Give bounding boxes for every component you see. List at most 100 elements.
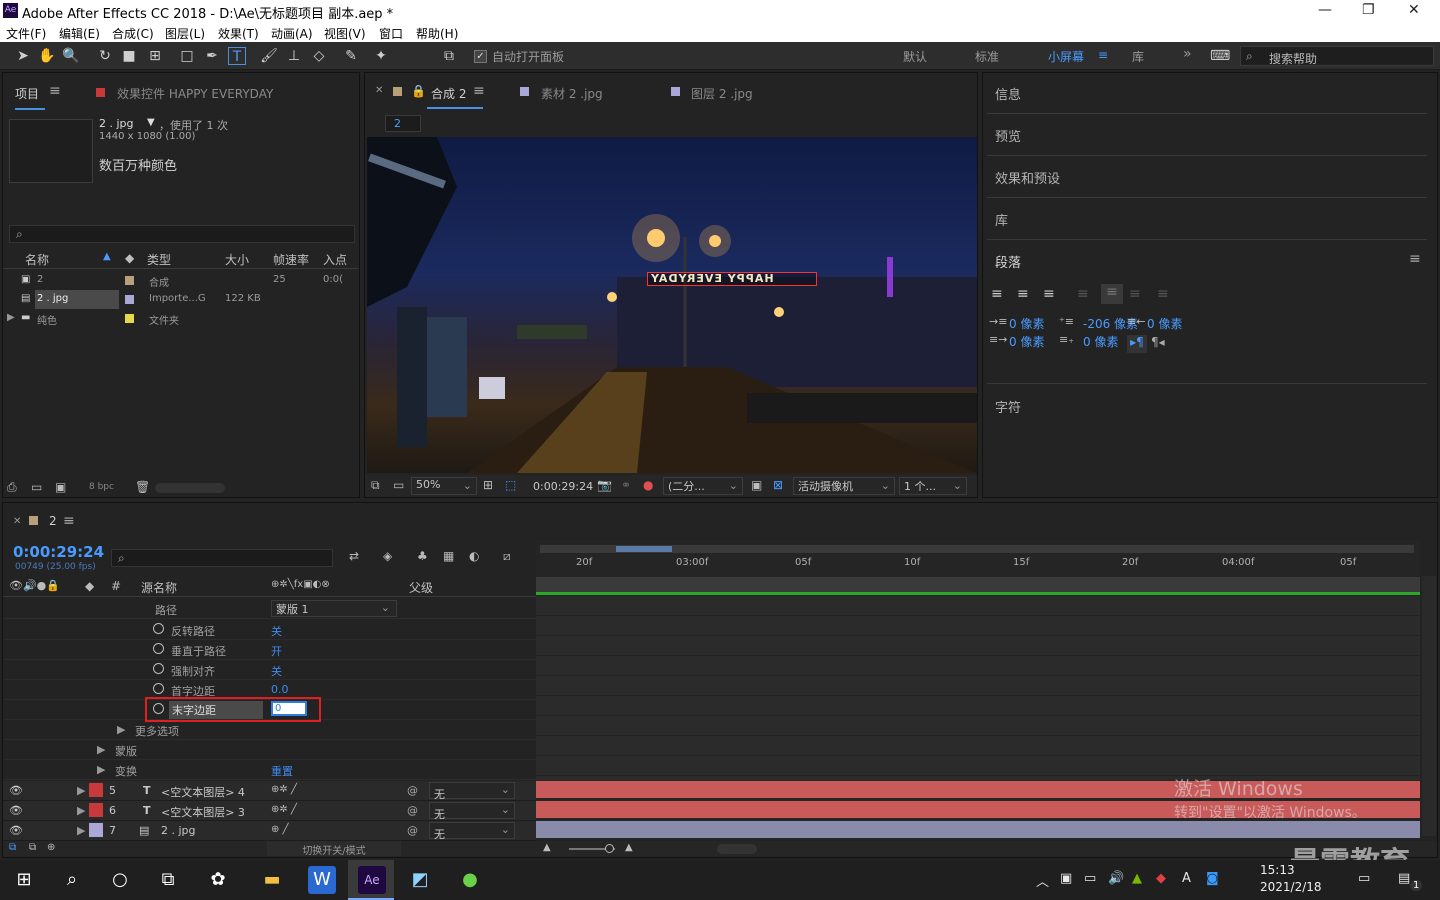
menu-view[interactable]: 视图(V) (324, 25, 366, 42)
close-button[interactable]: ✕ (1408, 2, 1420, 18)
brush-tool-icon[interactable]: 🖌 (260, 47, 278, 65)
layer-row-5[interactable]: 👁 ▶ 5 T <空文本图层> 4 ⊕✲ ╱ @ 无 ⌄ (3, 781, 536, 801)
clone-stamp-tool-icon[interactable]: ⊥ (285, 47, 303, 65)
ime-indicator[interactable]: A (1182, 871, 1191, 886)
timeline-vertical-scrollbar[interactable] (1422, 576, 1436, 836)
prop-value[interactable]: 开 (271, 643, 282, 659)
current-time[interactable]: 0:00:29:24 (13, 543, 104, 561)
project-search-input[interactable]: ⌕ (9, 225, 355, 243)
pickwhip-icon[interactable]: @ (407, 804, 418, 817)
row-color-swatch[interactable] (125, 314, 134, 323)
tray-expand-icon[interactable]: ︿ (1036, 871, 1049, 890)
panel-menu-icon[interactable]: ≡ (473, 83, 485, 99)
shy-layers-icon[interactable]: ♣ (417, 549, 428, 563)
masks-row[interactable]: ▶ 蒙版 (3, 740, 536, 760)
footer-toggle-icon[interactable]: ⊕ (47, 842, 55, 853)
visibility-eye-icon[interactable]: 👁 (9, 804, 23, 817)
project-row-comp[interactable]: ▣ 2 合成 25 0:0( (3, 271, 343, 290)
layer-label-swatch[interactable] (89, 783, 103, 797)
parent-select[interactable]: 无 ⌄ (429, 802, 515, 821)
zoom-select[interactable]: 50% ⌄ (411, 477, 477, 495)
menu-window[interactable]: 窗口 (379, 25, 403, 42)
toggle-switches-modes-button[interactable]: 切换开关/模式 (267, 841, 401, 857)
type-tool-icon[interactable]: T (228, 47, 246, 65)
stopwatch-icon[interactable] (153, 683, 164, 694)
clock-time[interactable]: 15:13 (1260, 863, 1295, 877)
show-desktop-icon[interactable]: ▭ (1358, 871, 1370, 886)
fit-icon[interactable]: ⊞ (483, 478, 493, 492)
stopwatch-icon[interactable] (153, 643, 164, 654)
expand-arrow-icon[interactable]: ▶ (77, 804, 85, 817)
footer-toggle-icon[interactable]: ⧉ (9, 842, 16, 853)
prop-path-row[interactable]: 路径 蒙版 1 ⌄ (3, 599, 536, 619)
views-select[interactable]: 1 个... ⌄ (899, 477, 967, 495)
layer-name[interactable]: 2 . jpg (161, 824, 196, 837)
justify-all-icon[interactable]: ≡ (1157, 286, 1169, 302)
show-snapshot-icon[interactable]: ⚭ (621, 478, 631, 492)
tray-app-icon[interactable]: ▣ (1060, 871, 1072, 886)
workspace-default[interactable]: 默认 (903, 48, 927, 65)
stopwatch-icon[interactable] (153, 623, 164, 634)
qq-icon[interactable]: ◙ (1206, 871, 1219, 886)
panel-menu-icon[interactable]: ≡ (1409, 251, 1421, 267)
interpret-footage-icon[interactable]: ⎙ (7, 480, 17, 495)
timeline-search-input[interactable]: ⌕ (111, 549, 333, 567)
new-comp-icon[interactable]: ▣ (55, 480, 66, 494)
visibility-eye-icon[interactable]: 👁 (9, 784, 23, 797)
start-icon[interactable]: ⊞ (10, 866, 38, 894)
menu-layer[interactable]: 图层(L) (165, 25, 205, 42)
app-pinwheel-icon[interactable]: ✿ (204, 866, 232, 894)
trash-icon[interactable]: 🗑 (135, 480, 150, 494)
work-area-range[interactable] (616, 546, 672, 552)
maximize-button[interactable]: ❐ (1362, 2, 1375, 18)
indent-left-value[interactable]: 0 像素 (1009, 315, 1044, 332)
align-right-icon[interactable]: ≡ (1043, 286, 1055, 302)
last-margin-input[interactable]: 0 (271, 701, 307, 716)
region-of-interest-icon[interactable]: ⬚ (505, 478, 516, 492)
timeline-scrollbar[interactable] (717, 844, 757, 854)
app-melon-icon[interactable]: ● (456, 866, 484, 894)
project-scrollbar[interactable] (155, 483, 225, 493)
rotate-tool-icon[interactable]: ↻ (96, 47, 114, 65)
clock-date[interactable]: 2021/2/18 (1260, 880, 1322, 894)
more-options-row[interactable]: ▶ 更多选项 (3, 720, 536, 740)
lock-icon[interactable]: 🔒 (411, 84, 426, 98)
text-layer-bounding-box[interactable]: HAPPY EVERYDAY (647, 272, 817, 286)
rtl-direction-icon[interactable]: ¶◂ (1151, 335, 1165, 349)
snapping-icon[interactable]: ⧉ (440, 47, 458, 65)
camera-select[interactable]: 活动摄像机 ⌄ (793, 477, 895, 495)
viewer-timecode[interactable]: 0:00:29:24 (533, 480, 593, 493)
expand-arrow-icon[interactable]: ▶ (77, 784, 85, 797)
expand-arrow-icon[interactable]: ▶ (7, 312, 15, 323)
workspace-library[interactable]: 库 (1132, 48, 1144, 65)
selection-tool-icon[interactable]: ➤ (14, 47, 32, 65)
bit-depth-label[interactable]: 8 bpc (89, 482, 114, 492)
parent-select[interactable]: 无 ⌄ (429, 822, 515, 841)
notification-icon[interactable]: ▤ (1398, 871, 1410, 886)
switches-icons[interactable]: ⊕✲╲fx▣◐⊗ (271, 579, 330, 590)
hand-tool-icon[interactable]: ✋ (38, 47, 56, 65)
library-header[interactable]: 库 (995, 210, 1008, 229)
col-parent[interactable]: 父级 (409, 579, 433, 596)
prop-value[interactable]: 关 (271, 623, 282, 639)
more-workspaces-icon[interactable]: » (1183, 46, 1192, 62)
parent-select[interactable]: 无 ⌄ (429, 782, 515, 801)
auto-open-checkbox[interactable]: ✓ (474, 50, 487, 63)
prop-force-alignment-row[interactable]: 强制对齐 关 (3, 660, 536, 680)
network-icon[interactable]: ▭ (1084, 871, 1096, 886)
label-icon[interactable]: ◆ (125, 251, 134, 265)
project-row-folder[interactable]: ▶ ▬ 纯色 文件夹 (3, 309, 343, 328)
dropdown-arrow-icon[interactable]: ▼ (147, 117, 155, 128)
sort-asc-icon[interactable]: ▲ (103, 251, 111, 262)
zoom-slider-handle[interactable] (605, 844, 614, 853)
motion-blur-icon[interactable]: ◐ (469, 549, 479, 563)
stopwatch-icon[interactable] (153, 663, 164, 674)
layer-row-6[interactable]: 👁 ▶ 6 T <空文本图层> 3 ⊕✲ ╱ @ 无 ⌄ (3, 801, 536, 821)
menu-composition[interactable]: 合成(C) (112, 25, 154, 42)
menu-animation[interactable]: 动画(A) (271, 25, 313, 42)
app-notes-icon[interactable]: ◩ (406, 866, 434, 894)
row-color-swatch[interactable] (125, 295, 134, 304)
menu-file[interactable]: 文件(F) (6, 25, 46, 42)
workspace-standard[interactable]: 标准 (975, 48, 999, 65)
search-icon[interactable]: ⌕ (58, 866, 86, 894)
